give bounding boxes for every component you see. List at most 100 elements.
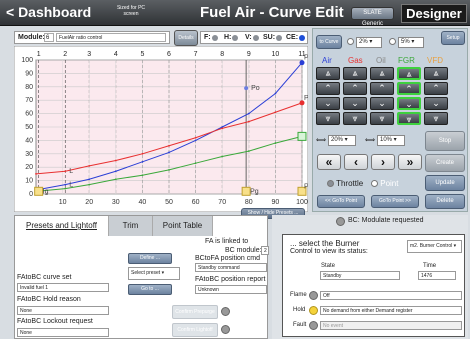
pos-cmd-label: BCtoFA position cmd (195, 255, 260, 262)
legend-v-label: V: (245, 34, 252, 41)
last-point-button[interactable]: » (398, 154, 422, 170)
fuel-header-gas: Gas (348, 56, 363, 65)
point-option[interactable]: Point (371, 179, 398, 188)
adjust-up-fast-fgr-button[interactable]: ⩓ (397, 67, 421, 80)
chart-svg[interactable]: 10090807060504030201001 2 3 4 5 6 7 8 9 10 1110 20 3… (13, 45, 309, 213)
tab-presets-lightoff[interactable]: Presets and Lightoff (15, 216, 109, 236)
adjust-up-fast-oil-button[interactable]: ⩓ (370, 67, 394, 80)
adjust-down-fgr-button[interactable]: ⌄ (397, 97, 421, 110)
next-point-button[interactable]: › (371, 154, 395, 170)
fgr-end-marker (297, 131, 307, 141)
goto-next-point-button[interactable]: GoTo Point >> (371, 195, 419, 208)
adjust-up-gas-button[interactable]: ⌃ (343, 82, 367, 95)
chart-annotation: Po (251, 85, 260, 92)
series-point-fgr (88, 183, 91, 186)
adjust-down-fast-air-button[interactable]: ⩔ (316, 112, 340, 125)
prepurge-indicator (221, 307, 230, 316)
chart-annotation: P (304, 55, 308, 62)
adjust-down-gas-button[interactable]: ⌄ (343, 97, 367, 110)
legend-ce-dot (299, 34, 306, 41)
fault-indicator (309, 321, 318, 330)
x-tick-label: 60 (192, 199, 200, 206)
pos-cmd-value: Standby command (195, 263, 267, 272)
legend-f-label: F: (204, 34, 211, 41)
y-tick-label: 100 (21, 57, 33, 64)
setup-button[interactable]: Setup (441, 31, 465, 45)
control-view-text: Control to view its status: (290, 248, 368, 255)
adjust-down-fast-oil-button[interactable]: ⩔ (370, 112, 394, 125)
step1-select[interactable]: 20% ▾ (328, 135, 356, 146)
pct1-radio[interactable] (347, 38, 354, 45)
create-button[interactable]: Create (425, 154, 465, 172)
legend-su-label: SU: (263, 34, 276, 41)
throttle-option[interactable]: Throttle (327, 179, 363, 188)
adjust-down-oil-button[interactable]: ⌄ (370, 97, 394, 110)
throttle-radio[interactable] (327, 180, 334, 188)
prev-point-button[interactable]: ‹ (344, 154, 368, 170)
step2-select[interactable]: 10% ▾ (377, 135, 405, 146)
details-button[interactable]: Details (174, 30, 198, 46)
adjust-up-fast-gas-button[interactable]: ⩓ (343, 67, 367, 80)
series-point-air (168, 151, 170, 154)
burner-select-value: m2. Burner Control (410, 243, 453, 249)
series-point-fgr (274, 142, 277, 144)
tab-trim[interactable]: Trim (109, 216, 153, 236)
adjust-down-fast-fgr-button[interactable]: ⩔ (397, 112, 421, 125)
state-label: State (321, 263, 336, 269)
adjust-down-fast-vfd-button[interactable]: ⩔ (424, 112, 448, 125)
x-tick-label: 100 (296, 199, 308, 206)
x-top-tick-label: 5 (140, 51, 144, 58)
chart-annotation: P (304, 95, 308, 102)
module-number-field[interactable]: 6 (44, 33, 54, 42)
adjust-down-fast-gas-button[interactable]: ⩔ (343, 112, 367, 125)
time-label: Time (423, 263, 437, 269)
series-point-fgr (221, 155, 224, 158)
confirm-lightoff-button[interactable]: Confirm Lightoff (172, 323, 218, 337)
series-point-gas (221, 127, 224, 130)
first-point-button[interactable]: « (317, 154, 341, 170)
point-radio[interactable] (371, 180, 378, 188)
fuel-air-curve-chart[interactable]: 100 90 80 70 60 50 40 30 20 10 0 1 2 3 4 5 6 7 8 9 10 11 10 20 3… (13, 45, 309, 213)
burner-box: ... select the Burner Control to view it… (282, 234, 465, 337)
bc-module-number[interactable]: 2 (261, 246, 269, 255)
fault-label: Fault (293, 322, 307, 328)
burner-select-dropdown[interactable]: m2. Burner Control ▾ (407, 240, 462, 253)
goto-preset-button[interactable]: Go to ... (128, 284, 172, 295)
slate-generic-button[interactable]: SLATE Generic (351, 7, 394, 27)
module-bar: Module: 6 FuelAir ratio control (14, 31, 170, 44)
module-name-field[interactable]: FuelAir ratio control (56, 33, 166, 42)
x-top-tick-label: 6 (167, 51, 171, 58)
confirm-prepurge-button[interactable]: Confirm Prepurge (172, 305, 218, 319)
chart-annotation: Ig (43, 188, 49, 195)
adjust-up-oil-button[interactable]: ⌃ (370, 82, 394, 95)
adjust-up-air-button[interactable]: ⌃ (316, 82, 340, 95)
update-button[interactable]: Update (425, 175, 465, 191)
x-tick-label: 50 (165, 199, 173, 206)
adjust-up-fgr-button[interactable]: ⌃ (397, 82, 421, 95)
legend-h: H: (224, 34, 239, 41)
select-preset-dropdown[interactable]: Select preset ▾ (128, 267, 180, 280)
adjust-down-vfd-button[interactable]: ⌄ (424, 97, 448, 110)
pg-marker (241, 186, 251, 196)
select-burner-text: ... select the Burner (290, 239, 360, 248)
curve-set-label: FAtoBC curve set (17, 274, 72, 281)
pct2-radio[interactable] (389, 38, 396, 45)
designer-button[interactable]: Designer (401, 4, 467, 23)
adjust-down-air-button[interactable]: ⌄ (316, 97, 340, 110)
bc-status-text: BC: Modulate requested (348, 217, 424, 224)
adjust-up-fast-vfd-button[interactable]: ⩓ (424, 67, 448, 80)
dashboard-back-button[interactable]: < Dashboard (6, 4, 91, 20)
step1-icon: ⟺ (316, 137, 327, 144)
define-button[interactable]: Define ... (128, 253, 172, 264)
x-top-tick-label: 2 (63, 51, 67, 58)
adjust-up-fast-air-button[interactable]: ⩓ (316, 67, 340, 80)
pct1-select[interactable]: 2% ▾ (356, 37, 382, 48)
adjust-up-vfd-button[interactable]: ⌃ (424, 82, 448, 95)
delete-button[interactable]: Delete (425, 194, 465, 209)
to-curve-button[interactable]: to Curve (316, 35, 342, 49)
pct2-select[interactable]: 5% ▾ (398, 37, 424, 48)
tab-point-table[interactable]: Point Table (153, 216, 213, 236)
series-point-fgr (141, 174, 144, 177)
stop-button[interactable]: Stop (425, 131, 465, 151)
goto-prev-point-button[interactable]: << GoTo Point (317, 195, 365, 208)
